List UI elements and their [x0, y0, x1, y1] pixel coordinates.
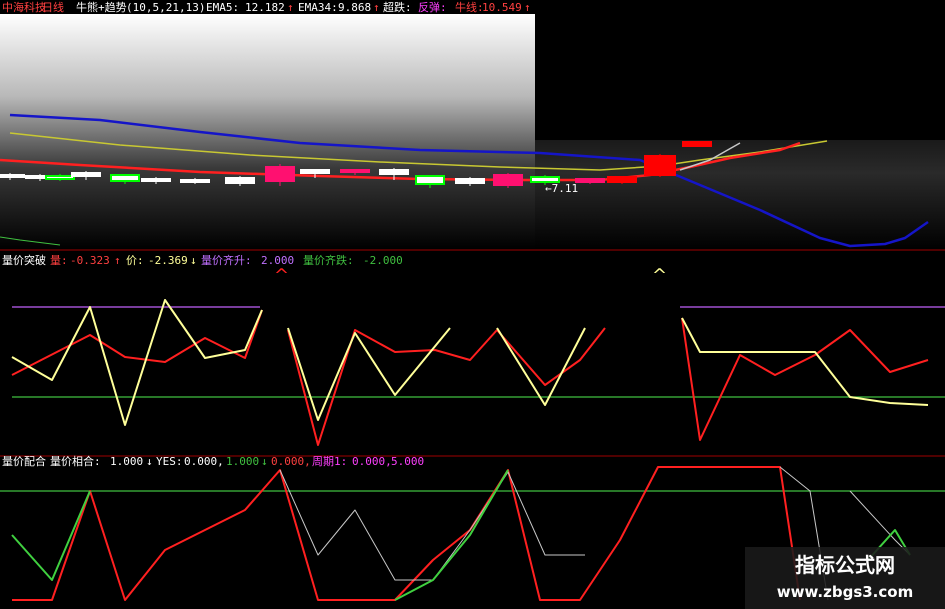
- ema34-label: EMA34:: [298, 1, 338, 14]
- ema34-arrow: ↑: [373, 1, 380, 14]
- value-2: 1.000: [226, 455, 259, 468]
- match-label: 量价相合:: [50, 454, 101, 468]
- panel2-title: 量价突破: [2, 253, 46, 267]
- cycle-value: 0.000,: [352, 455, 392, 468]
- ema5-arrow: ↑: [287, 1, 294, 14]
- panel3-header: 量价配合 量价相合: 1.000 ↓ YES: 0.000, 1.000 ↓ 0…: [2, 454, 424, 468]
- fall-label: 量价齐跌:: [303, 253, 354, 267]
- vol-label: 量:: [50, 254, 68, 267]
- candle-body: [141, 178, 171, 182]
- candle-body: [415, 175, 445, 185]
- indicator-params: (10,5,21,13): [126, 1, 205, 14]
- price-panel-gradient: [0, 14, 535, 250]
- volume-line-seg3: [681, 317, 929, 441]
- price-line-seg2: [287, 327, 451, 421]
- candle-body: [575, 178, 605, 183]
- candle-body: [493, 174, 523, 186]
- value-4: 5.000: [391, 455, 424, 468]
- volume-line-seg1: [11, 309, 263, 376]
- candle-body: [607, 176, 637, 183]
- oversold-label: 超跌:: [383, 0, 412, 14]
- candle-body: [682, 141, 712, 147]
- candle-body: [225, 177, 255, 184]
- candle-body: [180, 179, 210, 183]
- period-label: 日线: [42, 0, 64, 14]
- match-line-white: [279, 469, 585, 581]
- yes-label: YES:: [156, 455, 183, 468]
- watermark-url: www.zbgs3.com: [777, 583, 913, 601]
- candle-body: [300, 169, 330, 174]
- rise-marker-red: ^: [274, 265, 289, 286]
- value-3: 0.000,: [271, 455, 311, 468]
- indicator-name: 牛熊+趋势: [76, 0, 127, 14]
- candle-body: [45, 175, 75, 180]
- price-label: 价:: [126, 254, 144, 267]
- ema34-value: 9.868: [338, 1, 371, 14]
- bull-arrow: ↑: [524, 1, 531, 14]
- panel3-title: 量价配合: [2, 454, 46, 468]
- yes-value: 0.000,: [184, 455, 224, 468]
- fall-value: -2.000: [363, 254, 403, 267]
- low-price-annotation: ←7.11: [545, 182, 578, 195]
- vol-arrow: ↑: [114, 254, 121, 267]
- volume-line-seg2: [287, 327, 606, 446]
- volume-price-breakout-panel: [11, 299, 945, 446]
- price-line-seg4: [681, 317, 929, 406]
- ema5-label: EMA5:: [206, 1, 239, 14]
- candle-body: [379, 169, 409, 175]
- bull-label: 牛线:: [455, 0, 484, 14]
- watermark-title: 指标公式网: [795, 553, 895, 577]
- watermark: 指标公式网 www.zbgs3.com: [745, 547, 945, 609]
- ema5-value: 12.182: [245, 1, 285, 14]
- candle-body: [110, 174, 140, 182]
- match-arrow: ↓: [146, 455, 153, 468]
- value-2-arrow: ↓: [261, 455, 268, 468]
- candle-body: [340, 169, 370, 173]
- price-line-seg1: [11, 299, 263, 426]
- candle-body: [644, 155, 676, 176]
- rebound-label: 反弹:: [418, 0, 447, 14]
- candle-body: [71, 172, 101, 177]
- candle-body: [0, 174, 25, 178]
- candle-body: [265, 166, 295, 182]
- bull-value: 10.549: [482, 1, 522, 14]
- price-arrow: ↓: [190, 254, 197, 267]
- stock-name: 中海科技: [2, 0, 46, 14]
- match-value: 1.000: [110, 455, 143, 468]
- chart-stage: 中海科技 日线 牛熊+趋势 (10,5,21,13) EMA5: 12.182 …: [0, 0, 945, 609]
- cycle-label: 周期1:: [312, 455, 347, 468]
- price-value: -2.369: [148, 254, 188, 267]
- vol-value: -0.323: [70, 254, 110, 267]
- candle-body: [455, 178, 485, 184]
- rise-label: 量价齐升:: [201, 253, 252, 267]
- rise-marker-yellow: ^: [652, 265, 667, 286]
- price-header: 中海科技 日线 牛熊+趋势 (10,5,21,13) EMA5: 12.182 …: [2, 0, 531, 14]
- yes-line-green-1: [11, 490, 91, 581]
- panel2-header: 量价突破 量: -0.323 ↑ 价: -2.369 ↓ 量价齐升: 2.000…: [2, 253, 403, 267]
